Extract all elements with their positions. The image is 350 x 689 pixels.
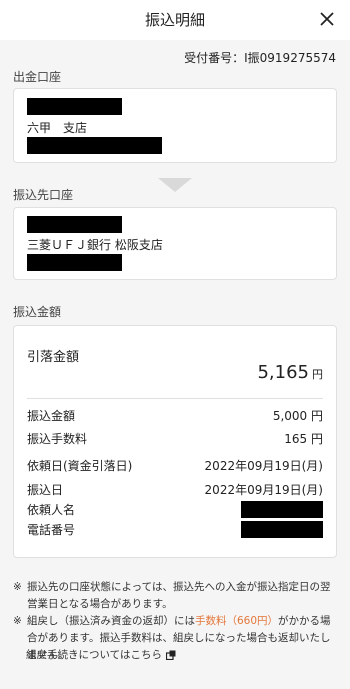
- header-bar: 振込明細: [0, 0, 350, 40]
- receipt-value: I振0919275574: [244, 51, 336, 65]
- row-label: 依頼人名: [27, 503, 76, 517]
- detail-row-phone: 電話番号: [27, 521, 323, 538]
- receipt-number: 受付番号：I振0919275574: [184, 49, 336, 66]
- redacted-account-name: [27, 98, 122, 115]
- close-icon: [320, 12, 334, 26]
- detail-row-transfer-date: 振込日 2022年09月19日(月): [27, 481, 323, 498]
- external-link-icon: [165, 650, 176, 660]
- source-account-card: 六甲 支店: [13, 88, 337, 163]
- transfer-arrow-icon: [158, 178, 192, 192]
- receipt-label: 受付番号：: [184, 51, 245, 65]
- destination-bank: 三菱ＵＦＪ銀行 松阪支店: [27, 238, 163, 252]
- destination-account-card: 三菱ＵＦＪ銀行 松阪支店: [13, 207, 337, 280]
- row-value: 2022年09月19日(月): [204, 483, 323, 497]
- amount-section-label: 振込金額: [13, 305, 62, 319]
- debit-amount-unit: 円: [312, 368, 323, 381]
- row-value: 2022年09月19日(月): [204, 459, 323, 473]
- detail-row-transfer-amount: 振込金額 5,000 円: [27, 407, 323, 424]
- note-mark: ※: [13, 615, 22, 627]
- detail-row-requester-name: 依頼人名: [27, 501, 323, 518]
- row-label: 振込金額: [27, 409, 76, 423]
- close-button[interactable]: [316, 8, 338, 30]
- row-label: 電話番号: [27, 523, 76, 537]
- fee-highlight: 手数料（660円）: [195, 615, 279, 627]
- redacted-phone-number: [241, 521, 323, 538]
- debit-amount-value: 5,165: [257, 362, 309, 383]
- refund-procedure-link[interactable]: 組戻手続きについてはこちら: [26, 647, 176, 662]
- detail-row-fee: 振込手数料 165 円: [27, 430, 323, 447]
- link-text: 組戻手続きについてはこちら: [26, 649, 162, 661]
- note-text-pre: 組戻し（振込済み資金の返却）には: [27, 615, 195, 627]
- row-value: 165 円: [284, 432, 323, 446]
- redacted-recipient-number: [27, 254, 122, 271]
- detail-row-request-date: 依頼日(資金引落日) 2022年09月19日(月): [27, 457, 323, 474]
- row-label: 振込日: [27, 483, 64, 497]
- redacted-recipient-name: [27, 216, 122, 233]
- redacted-account-number: [27, 137, 162, 154]
- destination-account-label: 振込先口座: [13, 188, 74, 202]
- page-title: 振込明細: [144, 11, 205, 29]
- row-label: 依頼日(資金引落日): [27, 459, 133, 473]
- amount-card: 引落金額 5,165 円 振込金額 5,000 円 振込手数料 165 円 依頼日…: [13, 325, 337, 558]
- note-mark: ※: [13, 581, 22, 593]
- source-branch: 六甲 支店: [27, 121, 88, 135]
- redacted-requester-name: [241, 501, 323, 518]
- row-label: 振込手数料: [27, 432, 88, 446]
- note-deposit-timing: ※ 振込先の口座状態によっては、振込先への入金が振込指定日の翌営業日となる場合が…: [13, 579, 339, 613]
- debit-amount-label: 引落金額: [27, 350, 80, 365]
- note-text: 振込先の口座状態によっては、振込先への入金が振込指定日の翌営業日となる場合があり…: [27, 581, 331, 610]
- divider: [27, 398, 323, 399]
- debit-amount: 5,165 円: [257, 362, 323, 383]
- source-account-label: 出金口座: [13, 70, 62, 84]
- row-value: 5,000 円: [272, 409, 323, 423]
